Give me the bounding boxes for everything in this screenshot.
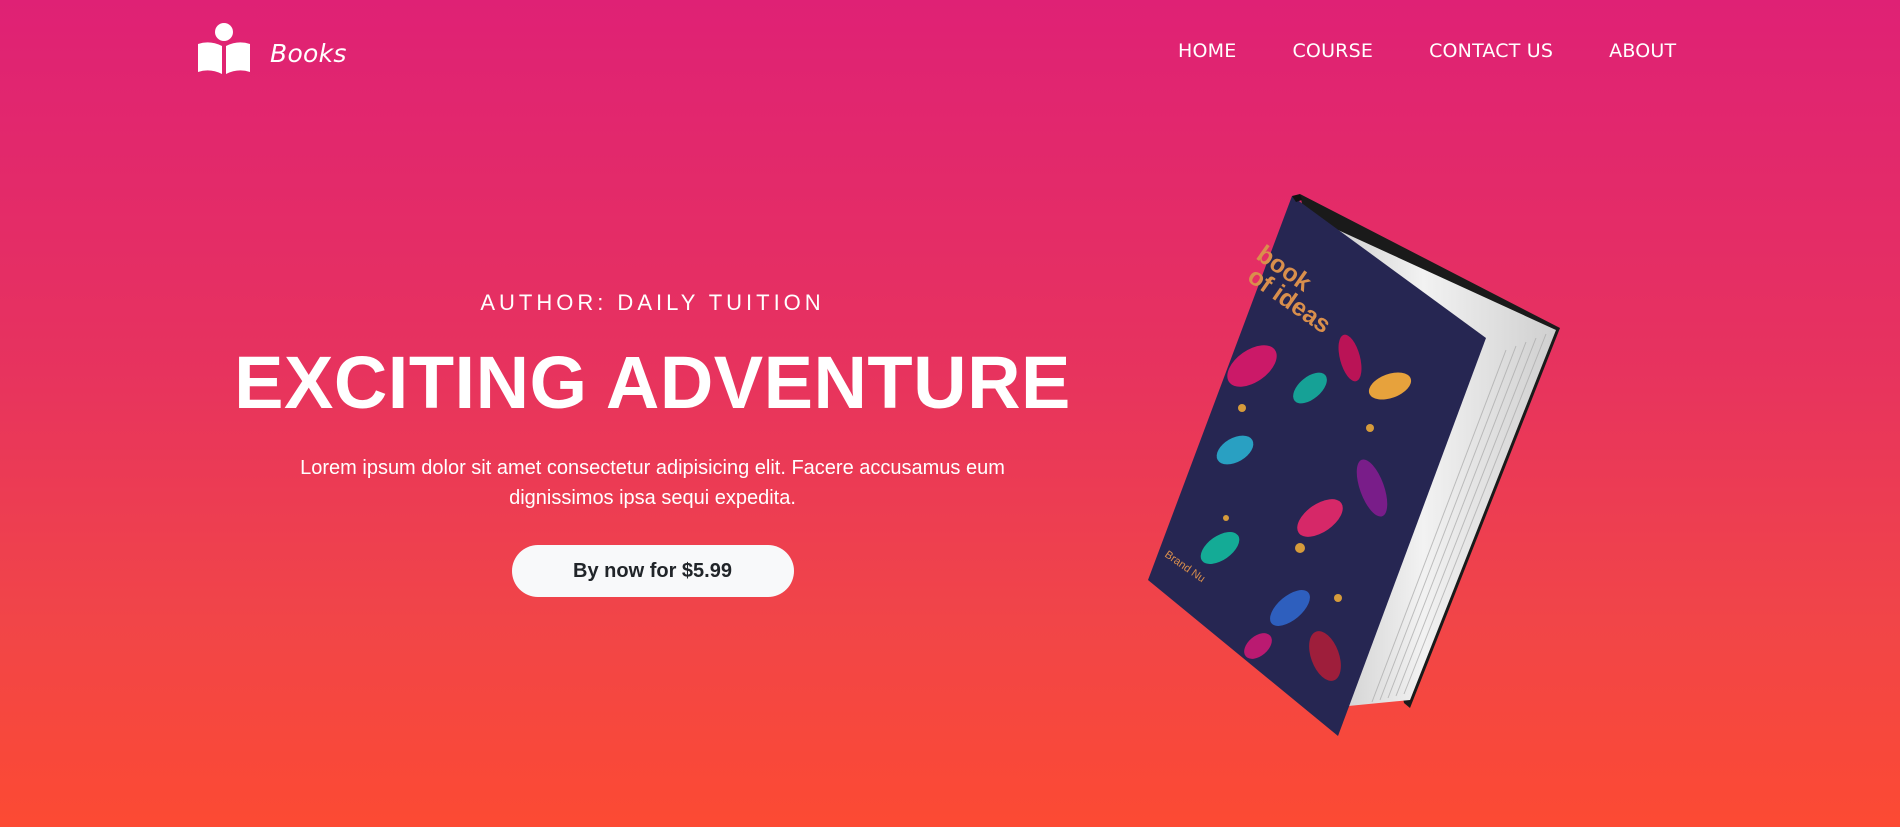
nav-links: HOME COURSE CONTACT US ABOUT: [1178, 40, 1676, 62]
hero-title: EXCITING ADVENTURE: [234, 341, 1071, 424]
brand-link[interactable]: Books: [196, 22, 347, 78]
hero-section: AUTHOR: DAILY TUITION EXCITING ADVENTURE…: [230, 290, 1075, 598]
nav-home-link[interactable]: HOME: [1178, 40, 1236, 62]
nav-course-link[interactable]: COURSE: [1292, 40, 1373, 62]
nav-about-link[interactable]: ABOUT: [1609, 40, 1676, 62]
nav-contact-link[interactable]: CONTACT US: [1429, 40, 1553, 62]
book-cover-image: book of ideas Brand Nu: [1148, 194, 1560, 736]
open-book-reader-icon: [198, 23, 250, 74]
buy-now-button[interactable]: By now for $5.99: [511, 545, 794, 598]
hero-description: Lorem ipsum dolor sit amet consectetur a…: [300, 457, 1005, 510]
navbar: Books HOME COURSE CONTACT US ABOUT: [0, 0, 1900, 110]
brand-name: Books: [270, 38, 347, 68]
hero-author: AUTHOR: DAILY TUITION: [480, 290, 825, 315]
